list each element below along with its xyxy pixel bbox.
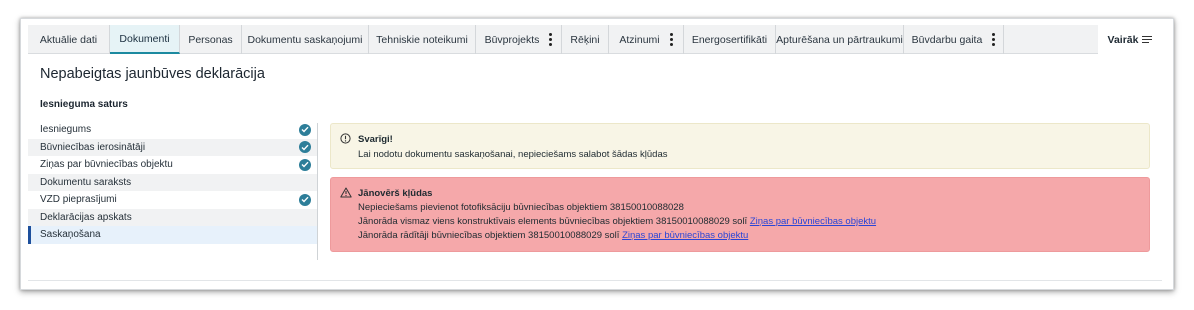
tab-dokumentu-saskanojumi[interactable]: Dokumentu saskaņojumi: [242, 25, 369, 54]
section-title: Iesnieguma saturs: [40, 99, 128, 110]
tab-rekini[interactable]: Rēķini: [562, 25, 609, 54]
more-tabs-button[interactable]: Vairāk: [1098, 25, 1162, 54]
error-line: Jānorāda vismaz viens konstruktīvais ele…: [358, 216, 876, 227]
tab-label: Energosertifikāti: [691, 33, 768, 46]
check-circle-icon: [299, 193, 311, 206]
nav-item-label: Saskaņošana: [40, 229, 101, 241]
check-circle-icon: [299, 123, 311, 136]
error-line-text: Jānorāda vismaz viens konstruktīvais ele…: [358, 216, 748, 227]
menu-icon: [1142, 36, 1153, 43]
nav-item-label: VZD pieprasījumi: [40, 194, 117, 206]
content-panel: Aktuālie dati Dokumenti Personas Dokumen…: [28, 25, 1162, 281]
error-line: Nepieciešams pievienot fotofiksāciju būv…: [358, 202, 684, 213]
warning-triangle-icon: [340, 187, 352, 201]
tab-label: Atzinumi: [619, 33, 660, 46]
divider: [317, 123, 318, 260]
error-alert: Jānovērš kļūdas Nepieciešams pievienot f…: [330, 177, 1150, 252]
error-title: Jānovērš kļūdas: [358, 188, 433, 199]
tab-aktualie-dati[interactable]: Aktuālie dati: [28, 25, 110, 54]
info-circle-icon: [340, 133, 351, 147]
error-line-text: Jānorāda rādītāji būvniecības objektiem …: [358, 230, 620, 241]
tab-label: Tehniskie noteikumi: [376, 33, 468, 46]
warning-title: Svarīgi!: [358, 134, 393, 145]
nav-item-label: Būvniecības ierosinātāji: [40, 141, 146, 153]
nav-item-saskanosana[interactable]: Saskaņošana: [28, 226, 318, 244]
tab-aptuersana-un-partraukumi[interactable]: Apturēšana un pārtraukumi: [776, 25, 904, 54]
nav-item-dokumentu-saraksts[interactable]: Dokumentu saraksts: [28, 173, 318, 191]
nav-item-label: Iesniegums: [40, 124, 92, 136]
tab-label: Būvdarbu gaita: [911, 33, 983, 46]
nav-item-zinas-par-buvniecibas-objektu[interactable]: Ziņas par būvniecības objektu: [28, 156, 318, 174]
more-vertical-icon[interactable]: [669, 33, 673, 46]
tab-personas[interactable]: Personas: [180, 25, 242, 54]
page-title: Nepabeigtas jaunbūves deklarācija: [40, 66, 265, 82]
tab-buvprojekts[interactable]: Būvprojekts: [476, 25, 562, 54]
tab-label: Dokumenti: [119, 32, 170, 45]
nav-item-label: Ziņas par būvniecības objektu: [40, 159, 173, 171]
tab-tehniskie-noteikumi[interactable]: Tehniskie noteikumi: [369, 25, 476, 54]
error-line: Jānorāda rādītāji būvniecības objektiem …: [358, 230, 748, 241]
nav-item-label: Dokumentu saraksts: [40, 176, 132, 188]
tab-label: Dokumentu saskaņojumi: [247, 33, 363, 46]
warning-text: Lai nodotu dokumentu saskaņošanai, nepie…: [358, 149, 668, 160]
step-nav: Iesniegums Būvniecības ierosinātāji Ziņa…: [28, 121, 318, 244]
zinas-par-objektu-link[interactable]: Ziņas par būvniecības objektu: [750, 216, 876, 227]
tab-label: Personas: [188, 33, 233, 46]
more-tabs-label: Vairāk: [1107, 33, 1139, 46]
tab-label: Būvprojekts: [484, 33, 540, 46]
tab-atzinumi[interactable]: Atzinumi: [609, 25, 684, 54]
tab-energosertifikati[interactable]: Energosertifikāti: [684, 25, 776, 54]
nav-item-vzd-pieprasijumi[interactable]: VZD pieprasījumi: [28, 191, 318, 209]
tab-label: Rēķini: [570, 33, 600, 46]
tab-label: Aktuālie dati: [39, 33, 98, 46]
zinas-par-objektu-link[interactable]: Ziņas par būvniecības objektu: [622, 230, 748, 241]
nav-item-iesniegums[interactable]: Iesniegums: [28, 121, 318, 139]
tab-buvdarbu-gaita[interactable]: Būvdarbu gaita: [904, 25, 1004, 54]
warning-alert: Svarīgi! Lai nodotu dokumentu saskaņošan…: [330, 123, 1150, 169]
app-window: Aktuālie dati Dokumenti Personas Dokumen…: [20, 18, 1174, 290]
tab-dokumenti[interactable]: Dokumenti: [110, 25, 180, 54]
check-circle-icon: [299, 141, 311, 153]
nav-item-buvniecibas-ierosinataji[interactable]: Būvniecības ierosinātāji: [28, 138, 318, 156]
tab-label: Apturēšana un pārtraukumi: [776, 33, 903, 46]
more-vertical-icon[interactable]: [992, 33, 996, 46]
more-vertical-icon[interactable]: [549, 33, 553, 46]
check-circle-icon: [299, 158, 311, 171]
tab-bar: Aktuālie dati Dokumenti Personas Dokumen…: [28, 25, 1162, 54]
nav-item-deklaracijas-apskats[interactable]: Deklarācijas apskats: [28, 208, 318, 226]
nav-item-label: Deklarācijas apskats: [40, 211, 132, 223]
